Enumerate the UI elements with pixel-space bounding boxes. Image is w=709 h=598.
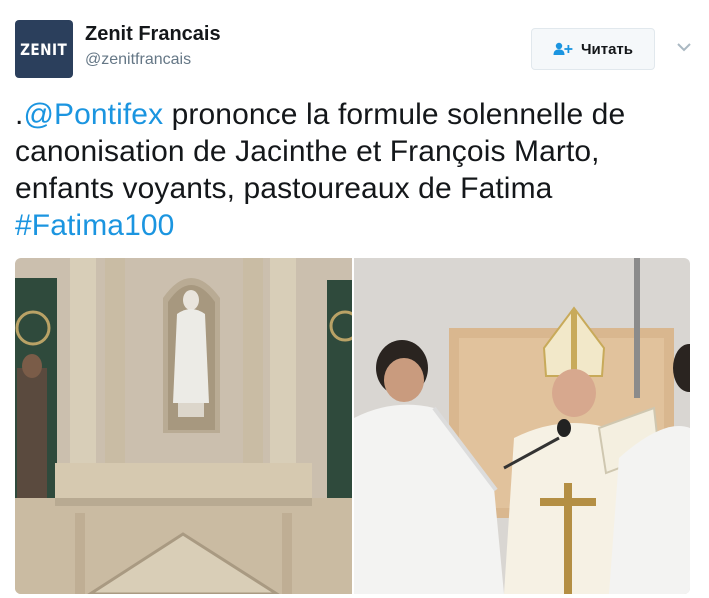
follow-button-label: Читать — [580, 40, 634, 58]
tweet-text: .@Pontifex prononce la formule solennell… — [15, 96, 699, 244]
hashtag-link[interactable]: #Fatima100 — [15, 209, 174, 242]
account-avatar[interactable]: ZENIT — [15, 20, 73, 78]
photo-facade-statue[interactable] — [15, 258, 352, 594]
photo-pope-microphone[interactable] — [354, 258, 690, 594]
avatar-logo-text: ZENIT — [20, 39, 68, 59]
follow-button[interactable]: Читать — [531, 28, 655, 70]
user-handle[interactable]: @zenitfrancais — [85, 51, 191, 69]
media-container[interactable] — [15, 258, 690, 594]
chevron-down-icon[interactable] — [675, 38, 693, 56]
add-user-icon — [553, 42, 573, 55]
display-name[interactable]: Zenit Francais — [85, 23, 221, 46]
mention-link[interactable]: @Pontifex — [23, 98, 163, 131]
